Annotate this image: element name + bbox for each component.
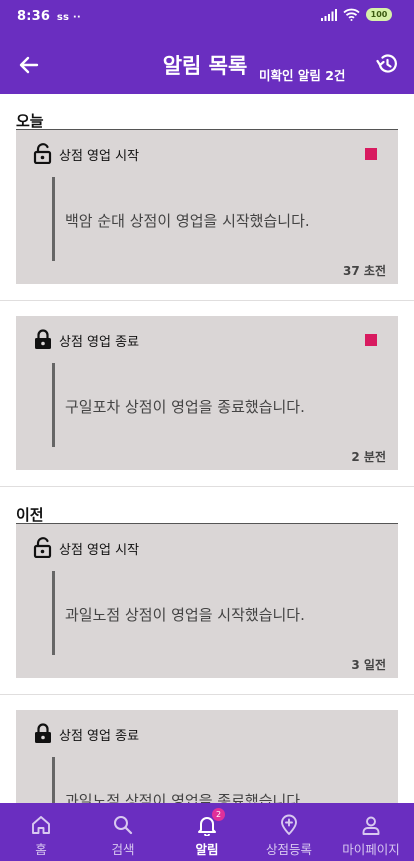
lock-open-icon (33, 143, 52, 164)
notification-body: 백암 순대 상점이 영업을 시작했습니다. (65, 212, 310, 230)
notification-card[interactable]: 상점 영업 시작 과일노점 상점이 영업을 시작했습니다. 3 일전 (16, 524, 398, 678)
person-icon (362, 816, 380, 835)
nav-label: 상점등록 (265, 842, 312, 857)
notification-time: 2 분전 (351, 450, 386, 464)
section-label-today: 오늘 (16, 112, 44, 130)
quote-bar (52, 363, 55, 447)
notification-time: 3 일전 (351, 658, 386, 672)
notification-title: 상점 영업 종료 (59, 729, 140, 744)
nav-item-home[interactable]: 홈 (0, 803, 82, 861)
history-button[interactable] (372, 49, 402, 79)
signal-icon (321, 8, 337, 21)
lock-open-icon (33, 537, 52, 558)
notification-card[interactable]: 상점 영업 종료 과일노점 상점이 영업을 종료했습니다. (16, 710, 398, 803)
list-divider (0, 300, 414, 301)
notification-card[interactable]: 상점 영업 시작 백암 순대 상점이 영업을 시작했습니다. 37 초전 (16, 130, 398, 284)
notification-card[interactable]: 상점 영업 종료 구일포차 상점이 영업을 종료했습니다. 2 분전 (16, 316, 398, 470)
quote-bar (52, 757, 55, 803)
nav-label: 알림 (195, 842, 219, 857)
unread-indicator (365, 334, 377, 346)
nav-label: 검색 (111, 842, 135, 857)
notification-body: 과일노점 상점이 영업을 시작했습니다. (65, 606, 305, 624)
wifi-icon (343, 8, 360, 21)
page-title: 알림 목록 (162, 54, 248, 78)
list-divider (0, 694, 414, 695)
status-bar: 8:36 ss ·· 100 (0, 0, 414, 34)
unread-indicator (365, 148, 377, 160)
notification-body: 과일노점 상점이 영업을 종료했습니다. (65, 792, 305, 803)
nav-label: 마이페이지 (342, 842, 400, 857)
history-icon (376, 54, 397, 73)
unread-count-label: 미확인 알림 2건 (259, 68, 346, 83)
add-store-icon (281, 814, 297, 835)
nav-item-search[interactable]: 검색 (82, 803, 164, 861)
bottom-navigation: 홈 검색 2 알림 상점등록 마이페이지 (0, 803, 414, 861)
bell-icon-wrapper: 2 (196, 808, 225, 837)
notification-list[interactable]: 오늘 상점 영업 시작 백암 순대 상점이 영업을 시작했습니다. 37 초전 … (0, 94, 414, 803)
status-icons: 100 (321, 8, 392, 21)
nav-label: 홈 (35, 842, 47, 857)
quote-bar (52, 177, 55, 261)
notification-title: 상점 영업 시작 (59, 543, 140, 558)
section-label-earlier: 이전 (16, 506, 44, 524)
nav-item-add-store[interactable]: 상점등록 (248, 803, 330, 861)
home-icon (32, 816, 50, 834)
nav-item-notifications[interactable]: 2 알림 (166, 803, 248, 861)
app-bar: 알림 목록 미확인 알림 2건 (0, 34, 414, 94)
notification-body: 구일포차 상점이 영업을 종료했습니다. (65, 398, 305, 416)
status-extra: ss ·· (56, 12, 81, 23)
notification-title: 상점 영업 종료 (59, 335, 140, 350)
notification-title: 상점 영업 시작 (59, 149, 140, 164)
quote-bar (52, 571, 55, 655)
nav-item-mypage[interactable]: 마이페이지 (330, 803, 412, 861)
search-icon (114, 816, 133, 835)
notification-badge: 2 (212, 808, 225, 821)
lock-closed-icon (35, 723, 51, 743)
status-time: 8:36 ss ·· (17, 9, 81, 24)
lock-closed-icon (35, 329, 51, 349)
notification-time: 37 초전 (343, 264, 386, 278)
battery-indicator: 100 (366, 8, 392, 21)
list-divider (0, 486, 414, 487)
